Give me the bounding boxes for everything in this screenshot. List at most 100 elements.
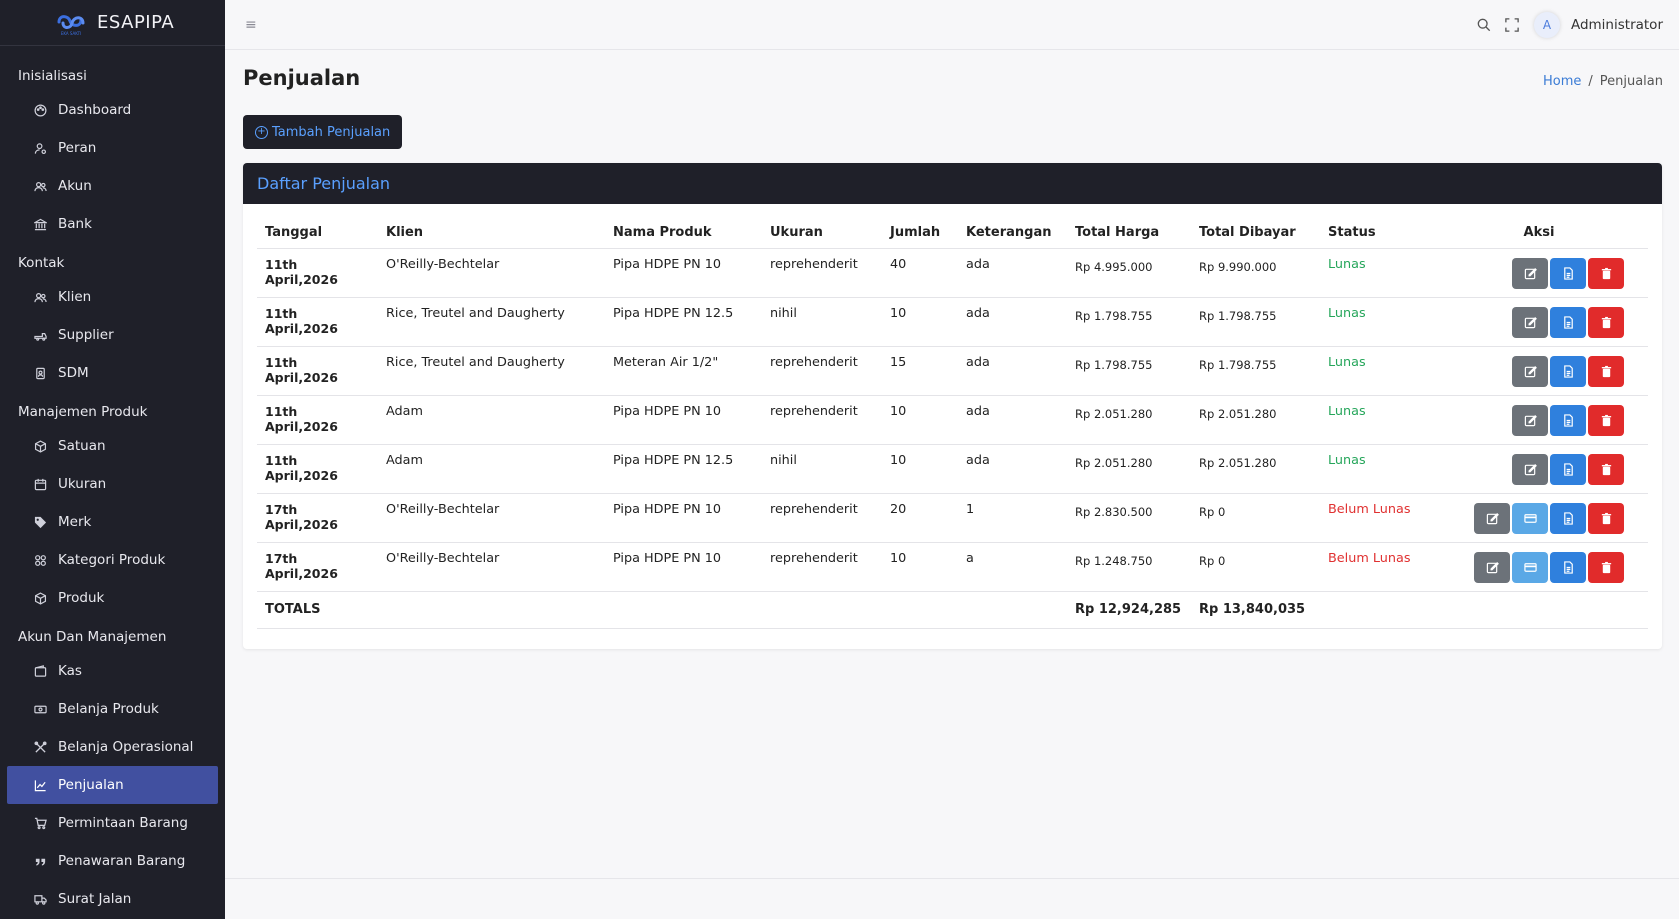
invoice-button[interactable]: [1550, 404, 1586, 436]
trash-icon: [1600, 512, 1613, 525]
col-status[interactable]: Status: [1320, 217, 1430, 249]
fullscreen-icon[interactable]: [1504, 17, 1520, 33]
sidebar-item-kas[interactable]: Kas: [7, 652, 218, 690]
bank-icon: [33, 217, 47, 231]
sidebar-item-dashboard[interactable]: Dashboard: [7, 91, 218, 129]
invoice-button[interactable]: [1550, 453, 1586, 485]
sidebar-item-akun[interactable]: Akun: [7, 167, 218, 205]
col-date[interactable]: Tanggal: [257, 217, 378, 249]
table-header-row: Tanggal Klien Nama Produk Ukuran Jumlah …: [257, 217, 1648, 249]
delete-button[interactable]: [1588, 306, 1624, 338]
table-row: 11th April,2026 Rice, Treutel and Daugher…: [257, 297, 1648, 347]
cell-client: O'Reilly-Bechtelar: [378, 248, 605, 298]
cell-paid: Rp 1.798.755: [1191, 297, 1320, 347]
cell-actions: [1430, 297, 1648, 347]
cell-size: reprehenderit: [762, 248, 882, 298]
cell-product: Meteran Air 1/2": [605, 346, 762, 396]
table-row: 17th April,2026 O'Reilly-Bechtelar Pipa HD…: [257, 493, 1648, 543]
delete-button[interactable]: [1588, 355, 1624, 387]
delete-button[interactable]: [1588, 404, 1624, 436]
cell-date: 17th April,2026: [257, 493, 378, 543]
cell-paid: Rp 9.990.000: [1191, 248, 1320, 298]
brand-logo: EKA SAKTI: [57, 14, 85, 36]
invoice-button[interactable]: [1550, 306, 1586, 338]
payment-button[interactable]: [1512, 502, 1548, 534]
cell-qty: 40: [882, 248, 958, 298]
col-client[interactable]: Klien: [378, 217, 605, 249]
plus-circle-icon: +: [255, 125, 268, 139]
sidebar-item-permintaan-barang[interactable]: Permintaan Barang: [7, 804, 218, 842]
edit-button[interactable]: [1512, 306, 1548, 338]
sidebar-item-label: Ukuran: [58, 476, 107, 492]
card-header: Daftar Penjualan: [243, 163, 1662, 204]
totals-label: TOTALS: [257, 591, 378, 629]
col-size[interactable]: Ukuran: [762, 217, 882, 249]
cell-client: Rice, Treutel and Daugherty: [378, 346, 605, 396]
edit-button[interactable]: [1474, 551, 1510, 583]
col-product[interactable]: Nama Produk: [605, 217, 762, 249]
sidebar-item-belanja-operasional[interactable]: Belanja Operasional: [7, 728, 218, 766]
cell-status: Lunas: [1320, 297, 1430, 347]
cell-total: Rp 1.248.750: [1067, 542, 1191, 592]
delete-button[interactable]: [1588, 551, 1624, 583]
sidebar-item-penjualan[interactable]: Penjualan: [7, 766, 218, 804]
payment-button[interactable]: [1512, 551, 1548, 583]
search-icon[interactable]: [1476, 17, 1492, 33]
invoice-button[interactable]: [1550, 355, 1586, 387]
edit-button[interactable]: [1512, 257, 1548, 289]
sidebar-item-label: Belanja Produk: [58, 701, 159, 717]
cell-product: Pipa HDPE PN 10: [605, 248, 762, 298]
cell-product: Pipa HDPE PN 10: [605, 395, 762, 445]
col-paid[interactable]: Total Dibayar: [1191, 217, 1320, 249]
brand[interactable]: EKA SAKTI ESAPIPA: [0, 0, 225, 46]
totals-row: TOTALS Rp 12,924,285 Rp 13,840,035: [257, 591, 1648, 629]
user-name[interactable]: Administrator: [1571, 17, 1663, 33]
add-sale-button[interactable]: + Tambah Penjualan: [243, 115, 403, 149]
edit-button[interactable]: [1474, 502, 1510, 534]
sidebar-item-label: Kategori Produk: [58, 552, 166, 568]
sidebar-item-label: Kas: [58, 663, 82, 679]
cell-size: nihil: [762, 297, 882, 347]
cell-client: Adam: [378, 444, 605, 494]
sidebar-item-kategori-produk[interactable]: Kategori Produk: [7, 541, 218, 579]
delete-button[interactable]: [1588, 453, 1624, 485]
avatar[interactable]: A: [1533, 11, 1560, 38]
sidebar-item-satuan[interactable]: Satuan: [7, 427, 218, 465]
sidebar-item-produk[interactable]: Produk: [7, 579, 218, 617]
sidebar-item-ukuran[interactable]: Ukuran: [7, 465, 218, 503]
edit-button[interactable]: [1512, 453, 1548, 485]
col-total[interactable]: Total Harga: [1067, 217, 1191, 249]
tools-icon: [33, 740, 47, 754]
sidebar-item-penawaran-barang[interactable]: Penawaran Barang: [7, 842, 218, 880]
col-note[interactable]: Keterangan: [958, 217, 1067, 249]
quote-icon: [33, 854, 47, 868]
menu-toggle-icon[interactable]: ≡: [245, 17, 257, 33]
breadcrumb-home[interactable]: Home: [1543, 74, 1581, 89]
invoice-button[interactable]: [1550, 502, 1586, 534]
sidebar-item-klien[interactable]: Klien: [7, 278, 218, 316]
totals-empty-cell: [882, 591, 958, 629]
invoice-button[interactable]: [1550, 257, 1586, 289]
cell-note: 1: [958, 493, 1067, 543]
edit-button[interactable]: [1512, 355, 1548, 387]
sidebar-section-title: Manajemen Produk: [18, 403, 148, 420]
id-badge-icon: [33, 366, 47, 380]
sidebar-item-peran[interactable]: Peran: [7, 129, 218, 167]
sidebar-item-supplier[interactable]: Supplier: [7, 316, 218, 354]
document-icon: [1562, 315, 1575, 329]
sidebar-item-belanja-produk[interactable]: Belanja Produk: [7, 690, 218, 728]
cell-total: Rp 2.051.280: [1067, 395, 1191, 445]
sidebar-item-surat-jalan[interactable]: Surat Jalan: [7, 880, 218, 918]
edit-button[interactable]: [1512, 404, 1548, 436]
col-qty[interactable]: Jumlah: [882, 217, 958, 249]
cell-note: ada: [958, 248, 1067, 298]
user-role-icon: [33, 141, 47, 155]
delete-button[interactable]: [1588, 502, 1624, 534]
delete-button[interactable]: [1588, 257, 1624, 289]
sidebar-item-sdm[interactable]: SDM: [7, 354, 218, 392]
sales-table: Tanggal Klien Nama Produk Ukuran Jumlah …: [257, 217, 1648, 629]
sidebar-item-merk[interactable]: Merk: [7, 503, 218, 541]
table-row: 11th April,2026 Rice, Treutel and Daugher…: [257, 346, 1648, 396]
sidebar-item-bank[interactable]: Bank: [7, 205, 218, 243]
invoice-button[interactable]: [1550, 551, 1586, 583]
